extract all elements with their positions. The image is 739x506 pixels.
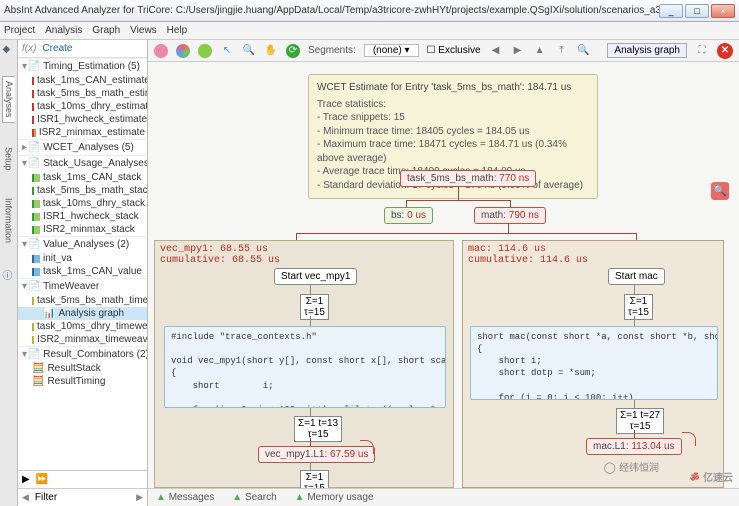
zoom-icon[interactable]: 🔍 (242, 44, 256, 58)
tree-item[interactable]: 🧮 ResultStack (18, 362, 147, 375)
node-sigma-1[interactable]: Σ=1τ=15 (300, 294, 329, 320)
tree-item[interactable]: task_10ms_dhry_estimate (18, 100, 147, 113)
side-tab-analyses[interactable]: Analyses (2, 76, 15, 123)
tool-icon-1[interactable] (154, 44, 168, 58)
search-expand-icon[interactable]: ▲ (232, 492, 242, 503)
side-tab-setup[interactable]: Setup (3, 143, 15, 175)
tree-group-result[interactable]: ▾📄 Result_Combinators (2) (18, 346, 147, 362)
pointer-icon[interactable]: ↖ (220, 44, 234, 58)
zone-mac-label2: cumulative: 114.6 us (468, 255, 588, 266)
pie-icon[interactable] (176, 44, 190, 58)
node-bs[interactable]: bs: 0 us (384, 207, 433, 224)
node-sigma-mac1[interactable]: Σ=1τ=15 (624, 294, 653, 320)
refresh-icon[interactable]: ⟳ (286, 44, 300, 58)
tree-group-timeweaver[interactable]: ▾📄 TimeWeaver (18, 278, 147, 294)
zone-mac-label: mac: 114.6 us (468, 244, 546, 255)
menu-views[interactable]: Views (130, 25, 157, 36)
tree-item[interactable]: ISR2_minmax_stack (18, 223, 147, 236)
window-close-button[interactable]: × (711, 4, 735, 18)
messages-icon[interactable]: ▲ (156, 492, 166, 503)
tree-item[interactable]: task_10ms_dhry_timewea (18, 320, 147, 333)
menu-project[interactable]: Project (4, 25, 35, 36)
memory-expand-icon[interactable]: ▲ (295, 492, 305, 503)
tab-analysis-graph[interactable]: Analysis graph (607, 43, 687, 58)
code-vec-mpy1: #include "trace_contexts.h" void vec_mpy… (164, 326, 446, 408)
app-icon: ◆ (3, 44, 15, 56)
status-memory[interactable]: Memory usage (307, 492, 373, 503)
node-start-vec[interactable]: Start vec_mpy1 (274, 268, 357, 285)
tree-item[interactable]: task_5ms_bs_math_timewe (18, 294, 147, 307)
analyses-tree-panel: f(x) Create ▾📄 Timing_Estimation (5) tas… (18, 40, 148, 506)
expand-icon[interactable]: ⛶ (695, 44, 709, 58)
window-maximize-button[interactable]: □ (685, 4, 709, 18)
analyses-tree[interactable]: ▾📄 Timing_Estimation (5) task_1ms_CAN_es… (18, 58, 147, 470)
node-sigma-mac2[interactable]: Σ=1 t=27τ=15 (616, 408, 664, 434)
node-sigma-2[interactable]: Σ=1 t=13τ=15 (294, 416, 342, 442)
filter-collapse-icon[interactable]: ◀ (22, 492, 29, 503)
node-vec-l1[interactable]: vec_mpy1.L1: 67.59 us (258, 446, 375, 463)
filter-label: Filter (35, 492, 57, 503)
tree-group-stack[interactable]: ▾📄 Stack_Usage_Analyses (5) (18, 155, 147, 171)
tree-item[interactable]: task_1ms_CAN_estimate (18, 74, 147, 87)
code-mac: short mac(const short *a, const short *b… (470, 326, 718, 400)
watermark-1: ◯ 经纬恒润 (604, 459, 659, 474)
nav-top-icon[interactable]: ⤒ (555, 44, 569, 58)
nav-back-icon[interactable]: ◀ (489, 44, 503, 58)
menu-analysis[interactable]: Analysis (45, 25, 82, 36)
status-messages[interactable]: Messages (169, 492, 215, 503)
nav-up-icon[interactable]: ▲ (533, 44, 547, 58)
tree-group-wcet[interactable]: ▸📄 WCET_Analyses (5) (18, 139, 147, 155)
side-tab-strip: ◆ Analyses Setup Information ⓘ (0, 40, 18, 506)
tree-item[interactable]: 🧮 ResultTiming (18, 375, 147, 388)
graph-canvas[interactable]: WCET Estimate for Entry 'task_5ms_bs_mat… (148, 62, 739, 488)
play-icon[interactable]: ▶ (22, 474, 30, 485)
tree-item[interactable]: task_5ms_bs_math_estim (18, 87, 147, 100)
status-search[interactable]: Search (245, 492, 277, 503)
node-math[interactable]: math: 790 ns (474, 207, 546, 224)
segments-label: Segments: (308, 45, 356, 56)
window-titlebar: AbsInt Advanced Analyzer for TriCore: C:… (0, 0, 739, 22)
segments-dropdown[interactable]: (none) ▾ (364, 44, 419, 57)
menu-help[interactable]: Help (167, 25, 188, 36)
zone-vec-label: vec_mpy1: 68.55 us (160, 244, 268, 255)
window-title: AbsInt Advanced Analyzer for TriCore: C:… (4, 5, 659, 16)
graph-toolbar: ↖ 🔍 ✋ ⟳ Segments: (none) ▾ ☐ Exclusive ◀… (148, 40, 739, 62)
close-panel-button[interactable]: ✕ (717, 43, 733, 59)
tree-item[interactable]: task_1ms_CAN_stack (18, 171, 147, 184)
play-all-icon[interactable]: ⏩ (36, 474, 48, 485)
node-sigma-3[interactable]: Σ=1τ=15 (300, 470, 329, 488)
window-minimize-button[interactable]: _ (659, 4, 683, 18)
side-tab-information[interactable]: Information (3, 194, 15, 247)
zoom-tool-icon[interactable]: 🔍 (711, 182, 729, 200)
menu-bar: Project Analysis Graph Views Help (0, 22, 739, 40)
tree-item[interactable]: ISR1_hwcheck_stack (18, 210, 147, 223)
tree-item[interactable]: task_5ms_bs_math_stack (18, 184, 147, 197)
tree-item-selected[interactable]: 📊 Analysis graph (18, 307, 147, 320)
node-root[interactable]: task_5ms_bs_math: 770 ns (400, 170, 536, 187)
node-mac-l1[interactable]: mac.L1: 113.04 us (586, 438, 682, 455)
create-link[interactable]: Create (42, 43, 72, 54)
tree-item[interactable]: task_1ms_CAN_value (18, 265, 147, 278)
status-bar: ▲ Messages ▲ Search ▲ Memory usage (148, 488, 739, 506)
nav-fwd-icon[interactable]: ▶ (511, 44, 525, 58)
node-start-mac[interactable]: Start mac (608, 268, 665, 285)
menu-graph[interactable]: Graph (92, 25, 120, 36)
hand-icon[interactable]: ✋ (264, 44, 278, 58)
tree-item[interactable]: init_va (18, 252, 147, 265)
tree-item[interactable]: ISR2_minmax_timeweave (18, 333, 147, 346)
tree-item[interactable]: ISR2_minmax_estimate (18, 126, 147, 139)
zone-vec-label2: cumulative: 68.55 us (160, 255, 280, 266)
exclusive-checkbox[interactable]: ☐ Exclusive (427, 45, 481, 56)
fx-label: f(x) (22, 43, 36, 54)
tool-icon-2[interactable] (198, 44, 212, 58)
filter-expand-icon[interactable]: ▶ (136, 492, 143, 503)
info-icon[interactable]: ⓘ (3, 267, 15, 279)
tree-item[interactable]: ISR1_hwcheck_estimate (18, 113, 147, 126)
tree-item[interactable]: task_10ms_dhry_stack (18, 197, 147, 210)
tree-group-value[interactable]: ▾📄 Value_Analyses (2) (18, 236, 147, 252)
tree-group-timing[interactable]: ▾📄 Timing_Estimation (5) (18, 58, 147, 74)
search-icon[interactable]: 🔍 (577, 44, 591, 58)
